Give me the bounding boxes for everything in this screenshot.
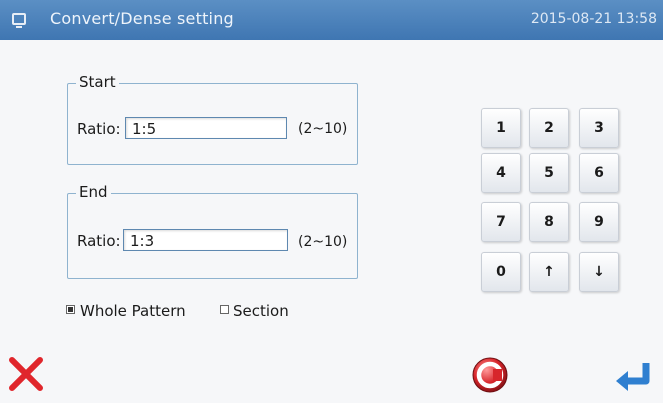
cancel-button[interactable]	[6, 354, 46, 394]
clear-button[interactable]	[470, 355, 510, 395]
key-up[interactable]: ↑	[529, 252, 569, 292]
key-5[interactable]: 5	[529, 153, 569, 193]
whole-pattern-checkbox[interactable]	[66, 305, 75, 314]
datetime: 2015-08-21 13:58	[530, 11, 657, 27]
monitor-icon	[12, 13, 26, 28]
key-0[interactable]: 0	[481, 252, 521, 292]
key-9[interactable]: 9	[579, 202, 619, 242]
key-1[interactable]: 1	[481, 108, 521, 148]
title-bar: Convert/Dense setting 2015-08-21 13:58	[0, 0, 663, 40]
close-icon	[9, 357, 43, 391]
window-title: Convert/Dense setting	[50, 9, 234, 28]
confirm-button[interactable]	[612, 355, 656, 399]
end-range-hint: (2~10)	[298, 234, 348, 250]
start-group: Start Ratio: 1:5 (2~10)	[67, 73, 358, 165]
key-4[interactable]: 4	[481, 153, 521, 193]
start-ratio-label: Ratio:	[77, 120, 121, 138]
clear-icon	[472, 357, 508, 393]
key-6[interactable]: 6	[579, 153, 619, 193]
key-2[interactable]: 2	[529, 108, 569, 148]
whole-pattern-label[interactable]: Whole Pattern	[80, 302, 186, 320]
start-legend: Start	[76, 73, 119, 91]
section-label[interactable]: Section	[233, 302, 289, 320]
end-legend: End	[76, 183, 111, 201]
end-group: End Ratio: 1:3 (2~10)	[67, 183, 358, 279]
key-3[interactable]: 3	[579, 108, 619, 148]
key-7[interactable]: 7	[481, 202, 521, 242]
end-ratio-label: Ratio:	[77, 232, 121, 250]
start-range-hint: (2~10)	[298, 121, 348, 137]
enter-icon	[616, 363, 650, 391]
key-8[interactable]: 8	[529, 202, 569, 242]
start-ratio-input[interactable]: 1:5	[125, 117, 287, 139]
end-ratio-input[interactable]: 1:3	[123, 229, 288, 251]
section-checkbox[interactable]	[220, 305, 229, 314]
key-down[interactable]: ↓	[579, 252, 619, 292]
